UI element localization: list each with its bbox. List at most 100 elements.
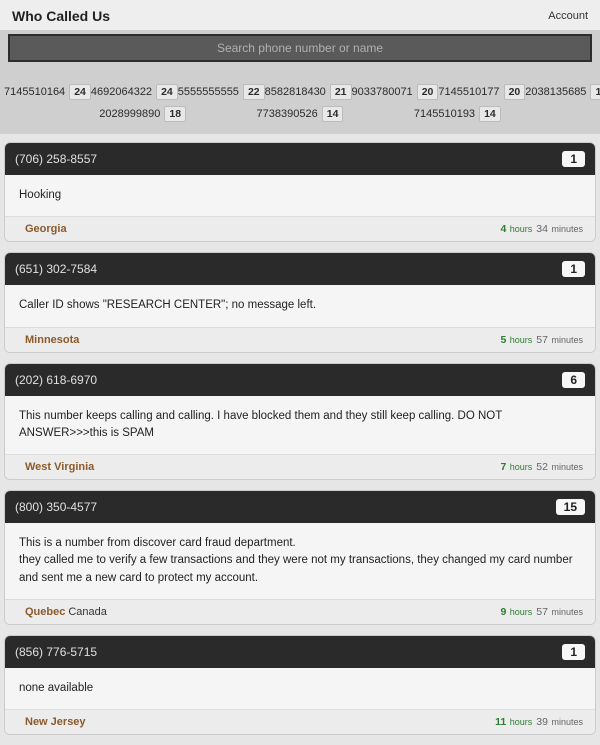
report-count-badge: 6 [562, 372, 585, 388]
top-number-count: 24 [156, 84, 178, 100]
account-link[interactable]: Account [548, 10, 588, 22]
report-count-badge: 1 [562, 261, 585, 277]
location[interactable]: New Jersey [25, 716, 86, 728]
top-number-item[interactable]: 7738390526 14 [257, 106, 344, 122]
call-entry-footer: West Virginia7 hours52 minutes [5, 454, 595, 479]
location-region: Quebec [25, 606, 65, 618]
call-entry-header[interactable]: (651) 302-7584 1 [5, 253, 595, 285]
top-number-count: 14 [322, 106, 344, 122]
top-bar: Who Called Us Account [0, 0, 600, 30]
top-number-item[interactable]: 9033780071 20 [352, 84, 439, 100]
top-number-item[interactable]: 5555555555 22 [178, 84, 265, 100]
search-box [8, 34, 592, 62]
call-entry-body: This is a number from discover card frau… [5, 523, 595, 599]
timestamp: 4 hours 34 minutes [500, 223, 583, 235]
call-entry: (800) 350-4577 15 This is a number from di… [4, 490, 596, 625]
phone-number: (706) 258-8557 [15, 152, 97, 166]
call-entry-footer: Minnesota 5 hours 57 minutes [5, 327, 595, 352]
timestamp: 5 hours 57 minutes [500, 334, 583, 346]
top-numbers-row-1: 7145510164244692064322245555555555228582… [4, 84, 596, 100]
top-number-value: 2038135685 [525, 86, 586, 98]
top-number-value: 7145510193 [414, 108, 475, 120]
call-entry-body: none available [5, 668, 595, 709]
top-number-count: 24 [69, 84, 91, 100]
top-number-item[interactable]: 2028999890 18 [99, 106, 186, 122]
location[interactable]: QuebecCanada [25, 606, 107, 618]
hours-label: hours [507, 717, 532, 727]
top-number-count: 18 [590, 84, 600, 100]
top-number-value: 5555555555 [178, 86, 239, 98]
minutes-label: minutes [549, 607, 583, 617]
search-input[interactable] [8, 34, 592, 62]
minutes-value: 39 [536, 716, 548, 728]
report-count-badge: 1 [562, 644, 585, 660]
top-number-item[interactable]: 7145510177 20 [438, 84, 525, 100]
timestamp: 9 hours57 minutes [500, 606, 583, 618]
minutes-value: 57 [536, 606, 548, 618]
location[interactable]: Minnesota [25, 334, 79, 346]
call-entry-header[interactable]: (706) 258-8557 1 [5, 143, 595, 175]
location-region: Georgia [25, 223, 67, 235]
search-section [0, 30, 600, 72]
top-number-value: 8582818430 [265, 86, 326, 98]
hours-label: hours [507, 335, 532, 345]
call-entry-footer: Georgia 4 hours 34 minutes [5, 216, 595, 241]
minutes-label: minutes [549, 462, 583, 472]
location-country: Canada [68, 606, 107, 618]
minutes-value: 57 [536, 334, 548, 346]
top-number-item[interactable]: 2038135685 18 [525, 84, 600, 100]
top-number-value: 7145510164 [4, 86, 65, 98]
location-region: New Jersey [25, 716, 86, 728]
top-number-count: 14 [479, 106, 501, 122]
top-number-value: 7145510177 [438, 86, 499, 98]
call-entry-footer: QuebecCanada9 hours57 minutes [5, 599, 595, 624]
top-number-item[interactable]: 858281843021 [265, 84, 352, 100]
hours-value: 4 [500, 223, 506, 235]
top-number-value: 7738390526 [257, 108, 318, 120]
top-number-value: 4692064322 [91, 86, 152, 98]
hours-value: 11 [495, 716, 506, 728]
top-number-value: 2028999890 [99, 108, 160, 120]
call-entry: (856) 776-5715 1 none available New Jersey 1… [4, 635, 596, 735]
timestamp: 7 hours52 minutes [500, 461, 583, 473]
location-region: Minnesota [25, 334, 79, 346]
phone-number: (651) 302-7584 [15, 262, 97, 276]
hours-label: hours [507, 607, 532, 617]
hours-label: hours [507, 224, 532, 234]
call-entry: (202) 618-69706This number keeps calling… [4, 363, 596, 481]
top-number-item[interactable]: 7145510193 14 [414, 106, 501, 122]
minutes-value: 52 [536, 461, 548, 473]
top-number-count: 20 [417, 84, 439, 100]
phone-number: (800) 350-4577 [15, 500, 97, 514]
minutes-label: minutes [549, 335, 583, 345]
location[interactable]: West Virginia [25, 461, 94, 473]
top-numbers-section: 7145510164244692064322245555555555228582… [0, 72, 600, 134]
call-entry-header[interactable]: (800) 350-4577 15 [5, 491, 595, 523]
location-region: West Virginia [25, 461, 94, 473]
top-number-count: 20 [504, 84, 526, 100]
report-count-badge: 15 [556, 499, 585, 515]
call-entry-body: This number keeps calling and calling. I… [5, 396, 595, 455]
minutes-label: minutes [549, 224, 583, 234]
top-numbers-row-2: 2028999890 18 7738390526 14 7145510193 14 [64, 106, 536, 122]
top-number-item[interactable]: 7145510164 24 [4, 84, 91, 100]
top-number-count: 22 [243, 84, 265, 100]
report-count-badge: 1 [562, 151, 585, 167]
top-number-count: 18 [164, 106, 186, 122]
hours-label: hours [507, 462, 532, 472]
call-entry-body: Hooking [5, 175, 595, 216]
call-entry-footer: New Jersey 11 hours 39 minutes [5, 709, 595, 734]
call-entry-header[interactable]: (856) 776-5715 1 [5, 636, 595, 668]
top-number-value: 9033780071 [352, 86, 413, 98]
top-number-item[interactable]: 4692064322 24 [91, 84, 178, 100]
hours-value: 5 [500, 334, 506, 346]
timestamp: 11 hours 39 minutes [495, 716, 583, 728]
location[interactable]: Georgia [25, 223, 67, 235]
call-entry: (706) 258-8557 1 Hooking Georgia 4 hours 34 m… [4, 142, 596, 242]
call-entry-body: Caller ID shows "RESEARCH CENTER"; no me… [5, 285, 595, 326]
call-entry-header[interactable]: (202) 618-69706 [5, 364, 595, 396]
phone-number: (856) 776-5715 [15, 645, 97, 659]
brand-title: Who Called Us [12, 8, 110, 24]
minutes-value: 34 [536, 223, 548, 235]
minutes-label: minutes [549, 717, 583, 727]
